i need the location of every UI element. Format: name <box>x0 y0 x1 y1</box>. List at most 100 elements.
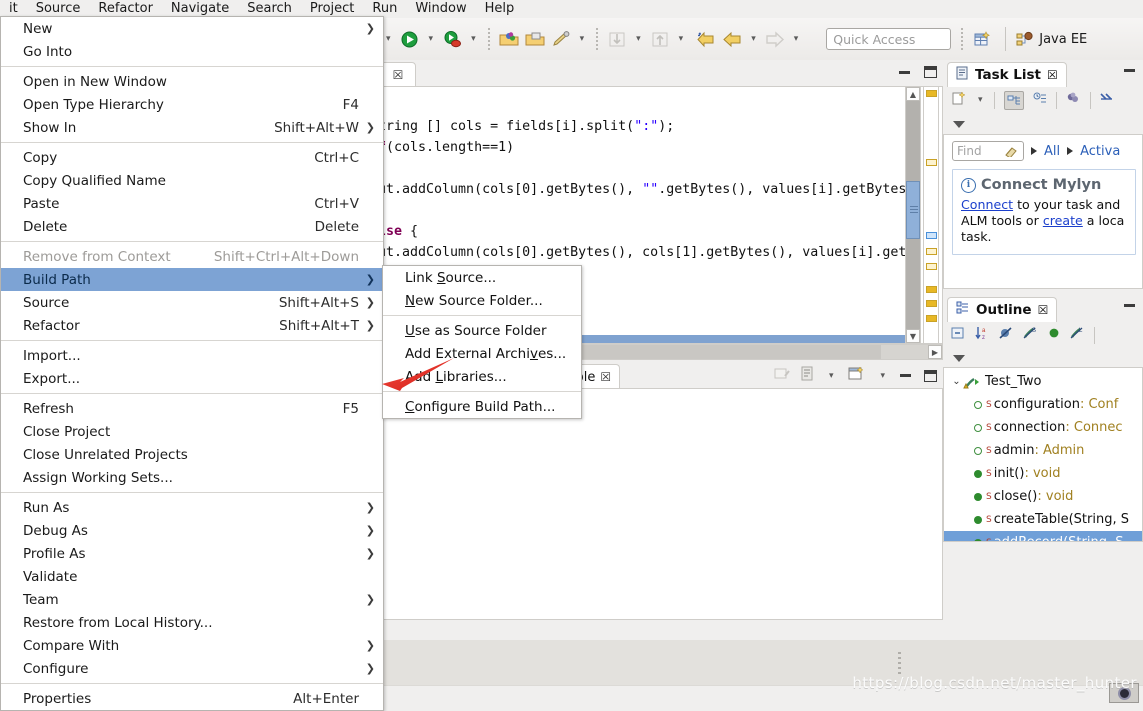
back-icon[interactable] <box>719 25 745 53</box>
menu-item-copy[interactable]: Copy Ctrl+C <box>1 146 383 169</box>
menu-item-team[interactable]: Team ❯ <box>1 588 383 611</box>
submenu-item-new-source-folder[interactable]: New Source Folder... <box>383 289 581 312</box>
menu-item-copy-qualified-name[interactable]: Copy Qualified Name <box>1 169 383 192</box>
outline-root-row[interactable]: ⌄ Test_Two <box>944 370 1142 393</box>
annotation-marker[interactable] <box>926 159 937 166</box>
close-icon[interactable]: ☒ <box>393 68 404 82</box>
sash-grip[interactable] <box>898 652 901 674</box>
tab-task-list[interactable]: Task List ☒ <box>947 62 1067 87</box>
menu-item-compare-with[interactable]: Compare With ❯ <box>1 634 383 657</box>
sort-icon[interactable]: az <box>975 326 990 344</box>
outline-member-row[interactable]: Sinit() : void <box>944 462 1142 485</box>
collapse-all-icon[interactable] <box>951 326 966 344</box>
scrollbar-track[interactable] <box>906 101 920 329</box>
quick-access-input[interactable]: Quick Access <box>826 28 952 50</box>
debug-icon[interactable] <box>439 25 465 53</box>
create-link[interactable]: create <box>1043 213 1083 228</box>
menu-item-assign-working-sets[interactable]: Assign Working Sets... <box>1 466 383 489</box>
menu-item-properties[interactable]: Properties Alt+Enter <box>1 687 383 710</box>
filter-all[interactable]: All <box>1044 144 1060 159</box>
new-java-ee-icon[interactable] <box>548 25 574 53</box>
chevron-down-icon[interactable]: ▾ <box>823 371 840 381</box>
menu-item-open-type-hierarchy[interactable]: Open Type Hierarchy F4 <box>1 93 383 116</box>
submenu-item-use-as-source-folder[interactable]: Use as Source Folder <box>383 319 581 342</box>
hide-static-icon[interactable]: S <box>1023 326 1038 344</box>
menu-item-show-in[interactable]: Show In Shift+Alt+W ❯ <box>1 116 383 139</box>
focus-on-workweek-icon[interactable] <box>1003 90 1024 110</box>
menu-item-close-project[interactable]: Close Project <box>1 420 383 443</box>
chevron-down-icon[interactable]: ▾ <box>745 34 762 44</box>
annotation-marker[interactable] <box>926 286 937 293</box>
editor-tab[interactable]: ☒ <box>380 62 416 87</box>
scrollbar-thumb[interactable] <box>906 181 920 239</box>
menu-item-export[interactable]: Export... <box>1 367 383 390</box>
annotation-marker[interactable] <box>926 315 937 322</box>
view-menu-icon[interactable] <box>953 354 965 362</box>
scroll-lock-icon[interactable] <box>800 366 814 385</box>
outline-member-row[interactable]: Sconnection : Connec <box>944 416 1142 439</box>
menu-item-go-into[interactable]: Go Into <box>1 40 383 63</box>
close-icon[interactable]: ☒ <box>1047 68 1058 82</box>
console-output-area[interactable] <box>380 388 943 620</box>
annotation-marker[interactable] <box>926 232 937 239</box>
menu-item-profile-as[interactable]: Profile As ❯ <box>1 542 383 565</box>
forward-icon[interactable] <box>762 25 788 53</box>
scroll-up-arrow-icon[interactable]: ▲ <box>906 87 920 101</box>
menu-item-restore-from-local-history[interactable]: Restore from Local History... <box>1 611 383 634</box>
project-context-menu[interactable]: New ❯ Go Into Open in New Window Open Type H… <box>0 16 384 711</box>
task-find-input[interactable]: Find <box>952 141 1024 161</box>
chevron-down-icon[interactable]: ⌄ <box>950 376 963 387</box>
close-icon[interactable]: ☒ <box>1038 303 1049 317</box>
maximize-icon[interactable] <box>924 66 937 78</box>
menu-item-debug-as[interactable]: Debug As ❯ <box>1 519 383 542</box>
outline-tree[interactable]: ⌄ Test_Two Sconfiguration : Conf Sconnectio… <box>943 367 1143 542</box>
system-tray-icon[interactable] <box>1109 683 1139 703</box>
editor-vertical-scrollbar[interactable]: ▲ ▼ <box>905 86 921 344</box>
chevron-down-icon[interactable]: ▾ <box>423 34 440 44</box>
menu-item-refactor[interactable]: Refactor Shift+Alt+T ❯ <box>1 314 383 337</box>
new-task-icon[interactable] <box>951 90 967 110</box>
chevron-down-icon[interactable]: ▾ <box>874 371 891 381</box>
chevron-down-icon[interactable]: ▾ <box>788 34 805 44</box>
run-icon[interactable] <box>397 25 423 53</box>
previous-annotation-icon[interactable] <box>604 25 630 53</box>
menu-item-run-as[interactable]: Run As ❯ <box>1 496 383 519</box>
hide-fields-icon[interactable] <box>999 326 1014 344</box>
connect-link[interactable]: Connect <box>961 197 1013 212</box>
menu-item-new[interactable]: New ❯ <box>1 17 383 40</box>
outline-member-row[interactable]: Sclose() : void <box>944 485 1142 508</box>
annotation-marker[interactable] <box>926 300 937 307</box>
chevron-down-icon[interactable]: ▾ <box>574 34 591 44</box>
scroll-right-arrow-icon[interactable]: ▶ <box>928 345 942 359</box>
tab-outline[interactable]: Outline ☒ <box>947 297 1058 322</box>
chevron-down-icon[interactable]: ▾ <box>465 34 482 44</box>
chevron-down-icon[interactable]: ▾ <box>673 34 690 44</box>
hide-local-types-icon[interactable]: L <box>1070 326 1085 344</box>
annotation-marker[interactable] <box>926 263 937 270</box>
chevron-down-icon[interactable]: ▾ <box>630 34 647 44</box>
open-resource-icon[interactable] <box>522 25 548 53</box>
chevron-down-icon[interactable]: ▾ <box>976 95 985 105</box>
menu-item-source[interactable]: Source Shift+Alt+S ❯ <box>1 291 383 314</box>
last-edit-location-icon[interactable] <box>693 25 719 53</box>
outline-member-row[interactable]: SaddRecord(String, S <box>944 531 1142 541</box>
minimize-icon[interactable] <box>899 70 910 74</box>
minimize-icon[interactable] <box>1124 69 1135 72</box>
close-icon[interactable]: ☒ <box>600 370 611 384</box>
view-menu-icon[interactable] <box>953 120 965 128</box>
annotation-marker[interactable] <box>926 248 937 255</box>
submenu-item-link-source[interactable]: Link Source... <box>383 266 581 289</box>
menu-item-close-unrelated-projects[interactable]: Close Unrelated Projects <box>1 443 383 466</box>
outline-member-row[interactable]: Sadmin : Admin <box>944 439 1142 462</box>
maximize-icon[interactable] <box>924 369 937 382</box>
perspective-java-ee[interactable]: Java EE <box>1016 31 1087 48</box>
scheduled-presentation-icon[interactable] <box>1033 92 1047 109</box>
filter-activated[interactable]: Activa <box>1080 144 1120 159</box>
outline-member-row[interactable]: ScreateTable(String, S <box>944 508 1142 531</box>
menu-item-import[interactable]: Import... <box>1 344 383 367</box>
menu-item-open-in-new-window[interactable]: Open in New Window <box>1 70 383 93</box>
outline-member-row[interactable]: Sconfiguration : Conf <box>944 393 1142 416</box>
menu-item-help[interactable]: Help <box>476 0 524 18</box>
new-console-view-icon[interactable] <box>848 366 865 385</box>
task-categories-icon[interactable] <box>1066 92 1081 109</box>
